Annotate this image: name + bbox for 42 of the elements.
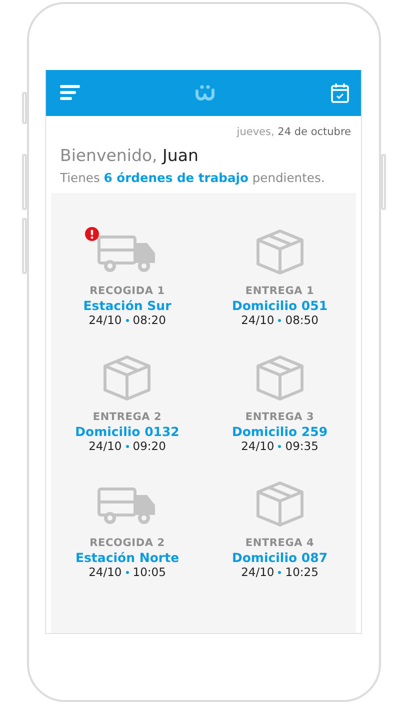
box-icon (102, 355, 152, 401)
separator-dot (278, 444, 282, 448)
order-place[interactable]: Domicilio 051 (232, 298, 328, 313)
order-type: RECOGIDA 1 (90, 285, 165, 297)
order-place[interactable]: Domicilio 0132 (75, 424, 180, 439)
order-type: ENTREGA 4 (245, 537, 314, 549)
order-date: 24/10 (241, 313, 274, 327)
order-type: RECOGIDA 2 (90, 537, 165, 549)
separator-dot (278, 570, 282, 574)
menu-icon[interactable] (60, 85, 80, 101)
pending-summary: Tienes 6 órdenes de trabajo pendientes. (60, 171, 326, 185)
date-label: jueves, 24 de octubre (236, 126, 351, 138)
separator-dot (278, 318, 282, 322)
box-icon (254, 481, 305, 527)
order-time: 09:35 (285, 439, 318, 453)
order-date: 24/10 (88, 439, 122, 453)
order-type: ENTREGA 3 (245, 411, 314, 423)
greeting: Bienvenido, Juan (60, 146, 200, 165)
order-time: 09:20 (132, 439, 166, 453)
order-date: 24/10 (88, 565, 122, 579)
truck-icon (97, 235, 158, 275)
order-date: 24/10 (241, 565, 274, 579)
order-place[interactable]: Estación Sur (83, 298, 172, 313)
order-time: 08:50 (285, 313, 318, 327)
separator-dot (126, 570, 129, 574)
separator-dot (126, 444, 129, 448)
box-icon (254, 229, 305, 275)
order-place[interactable]: Estación Norte (75, 550, 180, 565)
order-type: ENTREGA 1 (245, 285, 314, 297)
order-date: 24/10 (241, 439, 274, 453)
order-place[interactable]: Domicilio 259 (232, 424, 328, 439)
order-place[interactable]: Domicilio 087 (232, 550, 328, 565)
order-type: ENTREGA 2 (92, 411, 162, 423)
truck-icon (97, 487, 158, 527)
order-time: 08:20 (132, 313, 166, 327)
box-icon (254, 355, 305, 401)
separator-dot (126, 318, 129, 322)
order-time: 10:25 (285, 565, 318, 579)
calendar-icon[interactable] (331, 83, 349, 103)
order-time: 10:05 (132, 565, 166, 579)
order-date: 24/10 (88, 313, 122, 327)
logo-icon (194, 84, 218, 102)
